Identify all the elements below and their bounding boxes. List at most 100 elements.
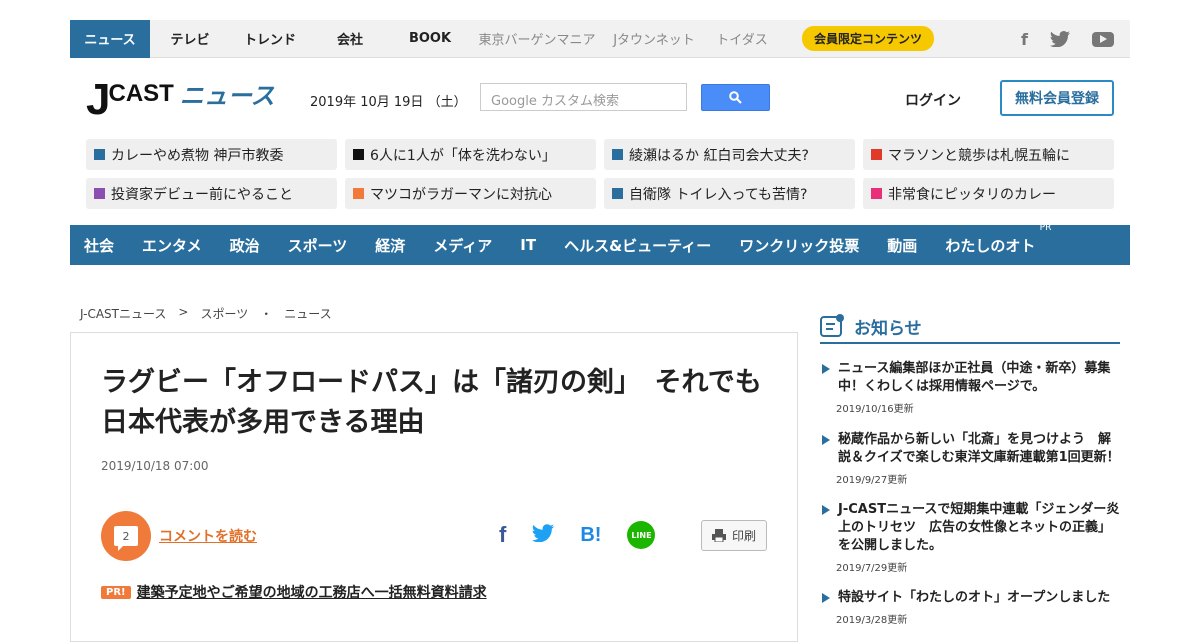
category-politics[interactable]: 政治 [230, 235, 260, 256]
category-nav: 社会 エンタメ 政治 スポーツ 経済 メディア IT ヘルス&ビューティー ワン… [70, 223, 1130, 265]
trend-text: マツコがラガーマンに対抗心 [370, 186, 552, 203]
breadcrumb-separator: > [178, 305, 189, 319]
notice-date: 2019/7/29更新 [836, 563, 908, 574]
category-health-beauty[interactable]: ヘルス&ビューティー [564, 235, 711, 256]
topnav-jtown[interactable]: Jタウンネット [604, 20, 704, 58]
share-buttons: f B! LINE [499, 521, 656, 549]
twitter-icon[interactable] [1050, 31, 1070, 47]
pr-badge: PR! [101, 585, 131, 599]
printer-icon [711, 529, 726, 542]
trend-item[interactable]: 綾瀬はるか 紅白司会大丈夫? [604, 139, 855, 170]
comment-count: 2 [114, 526, 138, 551]
site-logo[interactable]: J CAST ニュース [86, 75, 275, 124]
twitter-share-icon[interactable] [532, 524, 555, 546]
youtube-icon[interactable] [1092, 31, 1114, 47]
breadcrumb-sports[interactable]: スポーツ [200, 305, 248, 322]
trend-text: 投資家デビュー前にやること [111, 186, 293, 203]
category-watashi-no-oto[interactable]: わたしのオト PR [945, 223, 1051, 256]
category-entertainment[interactable]: エンタメ [142, 235, 202, 256]
search-icon [729, 91, 742, 104]
top-nav: ニュース テレビ トレンド 会社 BOOK 東京バーゲンマニア Jタウンネット … [70, 19, 1130, 58]
trend-item[interactable]: 投資家デビュー前にやること [86, 178, 337, 209]
breadcrumb-separator: ・ [260, 307, 273, 321]
login-link[interactable]: ログイン [905, 90, 961, 110]
current-date: 2019年 10月 19日 （土） [310, 95, 467, 110]
trend-text: マラソンと競歩は札幌五輪に [888, 147, 1070, 164]
trend-color-marker [353, 149, 364, 160]
print-button[interactable]: 印刷 [701, 520, 767, 551]
register-button[interactable]: 無料会員登録 [1000, 80, 1114, 116]
notice-item[interactable]: J-CASTニュースで短期集中連載「ジェンダー炎上のトリセツ 広告の女性像とネッ… [820, 501, 1120, 574]
trend-color-marker [94, 149, 105, 160]
notice-icon [820, 314, 844, 337]
hatena-bookmark-icon[interactable]: B! [580, 524, 601, 547]
trend-item[interactable]: 6人に1人が「体を洗わない」 [345, 139, 596, 170]
logo-cast: CAST [108, 80, 174, 107]
line-share-icon[interactable]: LINE [627, 521, 656, 549]
trend-color-marker [612, 149, 623, 160]
logo-j: J [86, 75, 111, 124]
read-comments-link[interactable]: コメントを読む [159, 526, 257, 546]
category-oneclick-vote[interactable]: ワンクリック投票 [739, 235, 859, 256]
trend-item[interactable]: マラソンと競歩は札幌五輪に [863, 139, 1114, 170]
search-button[interactable] [701, 84, 770, 111]
category-sports[interactable]: スポーツ [288, 235, 348, 256]
comment-bubble-icon[interactable]: 2 [101, 511, 151, 561]
member-content-button[interactable]: 会員限定コンテンツ [802, 26, 935, 51]
trending-topics: カレーやめ煮物 神戸市教委 6人に1人が「体を洗わない」 綾瀬はるか 紅白司会大… [86, 139, 1114, 209]
category-society[interactable]: 社会 [84, 235, 114, 256]
category-video[interactable]: 動画 [887, 235, 917, 256]
trend-text: カレーやめ煮物 神戸市教委 [111, 147, 284, 164]
trend-color-marker [353, 188, 364, 199]
notice-title: ニュース編集部ほか正社員（中途・新卒）募集中！くわしくは採用情報ページで。 [838, 361, 1111, 394]
topnav-toidas[interactable]: トイダス [704, 20, 780, 58]
print-label: 印刷 [731, 529, 756, 543]
topnav-company[interactable]: 会社 [310, 20, 390, 58]
trend-color-marker [94, 188, 105, 199]
social-links: f [1021, 20, 1114, 58]
trend-color-marker [612, 188, 623, 199]
bullet-triangle-icon [822, 435, 830, 445]
facebook-share-icon[interactable]: f [499, 522, 506, 548]
trend-item[interactable]: 自衛隊 トイレ入っても苦情? [604, 178, 855, 209]
notice-item[interactable]: 秘蔵作品から新しい「北斎」を見つけよう 解説＆クイズで楽しむ東洋文庫新連載第1回… [820, 431, 1120, 486]
trend-text: 非常食にピッタリのカレー [888, 186, 1056, 203]
pr-link[interactable]: 建築予定地やご希望の地域の工務店へ一括無料資料請求 [137, 582, 487, 602]
category-it[interactable]: IT [520, 236, 536, 254]
topnav-news[interactable]: ニュース [70, 19, 150, 58]
notices-heading: お知らせ [820, 310, 1120, 344]
trend-item[interactable]: 非常食にピッタリのカレー [863, 178, 1114, 209]
notice-title: 秘蔵作品から新しい「北斎」を見つけよう 解説＆クイズで楽しむ東洋文庫新連載第1回… [838, 432, 1120, 465]
category-media[interactable]: メディア [433, 235, 492, 256]
category-label: わたしのオト [945, 236, 1036, 255]
trend-item[interactable]: カレーやめ煮物 神戸市教委 [86, 139, 337, 170]
trend-color-marker [871, 149, 882, 160]
notices-title: お知らせ [854, 318, 922, 339]
bullet-triangle-icon [822, 364, 830, 374]
search-input[interactable]: Google カスタム検索 [480, 83, 687, 111]
topnav-tv[interactable]: テレビ [150, 20, 230, 58]
topnav-bargain[interactable]: 東京バーゲンマニア [470, 20, 604, 58]
notice-date: 2019/10/16更新 [836, 404, 914, 415]
trend-text: 6人に1人が「体を洗わない」 [370, 147, 556, 164]
trend-text: 綾瀬はるか 紅白司会大丈夫? [629, 147, 809, 164]
article-date: 2019/10/18 07:00 [101, 459, 209, 473]
topnav-book[interactable]: BOOK [390, 20, 470, 58]
facebook-icon[interactable]: f [1021, 30, 1028, 49]
notice-title: 特設サイト「わたしのオト」オープンしました [838, 590, 1111, 605]
article-card: ラグビー「オフロードパス」は「諸刃の剣」 それでも日本代表が多用できる理由 20… [70, 332, 798, 642]
notice-date: 2019/9/27更新 [836, 475, 908, 486]
trend-color-marker [871, 188, 882, 199]
notice-date: 2019/3/28更新 [836, 615, 908, 626]
notice-title: J-CASTニュースで短期集中連載「ジェンダー炎上のトリセツ 広告の女性像とネッ… [838, 502, 1120, 553]
notice-item[interactable]: 特設サイト「わたしのオト」オープンしました 2019/3/28更新 [820, 589, 1120, 626]
breadcrumb-news[interactable]: ニュース [284, 305, 331, 322]
notice-item[interactable]: ニュース編集部ほか正社員（中途・新卒）募集中！くわしくは採用情報ページで。 20… [820, 360, 1120, 415]
bullet-triangle-icon [822, 593, 830, 603]
article-title: ラグビー「オフロードパス」は「諸刃の剣」 それでも日本代表が多用できる理由 [101, 367, 762, 438]
topnav-trend[interactable]: トレンド [230, 20, 310, 58]
trend-item[interactable]: マツコがラガーマンに対抗心 [345, 178, 596, 209]
breadcrumb: J-CASTニュース > スポーツ ・ ニュース [80, 305, 332, 322]
category-economy[interactable]: 経済 [375, 235, 405, 256]
breadcrumb-home[interactable]: J-CASTニュース [80, 305, 166, 322]
